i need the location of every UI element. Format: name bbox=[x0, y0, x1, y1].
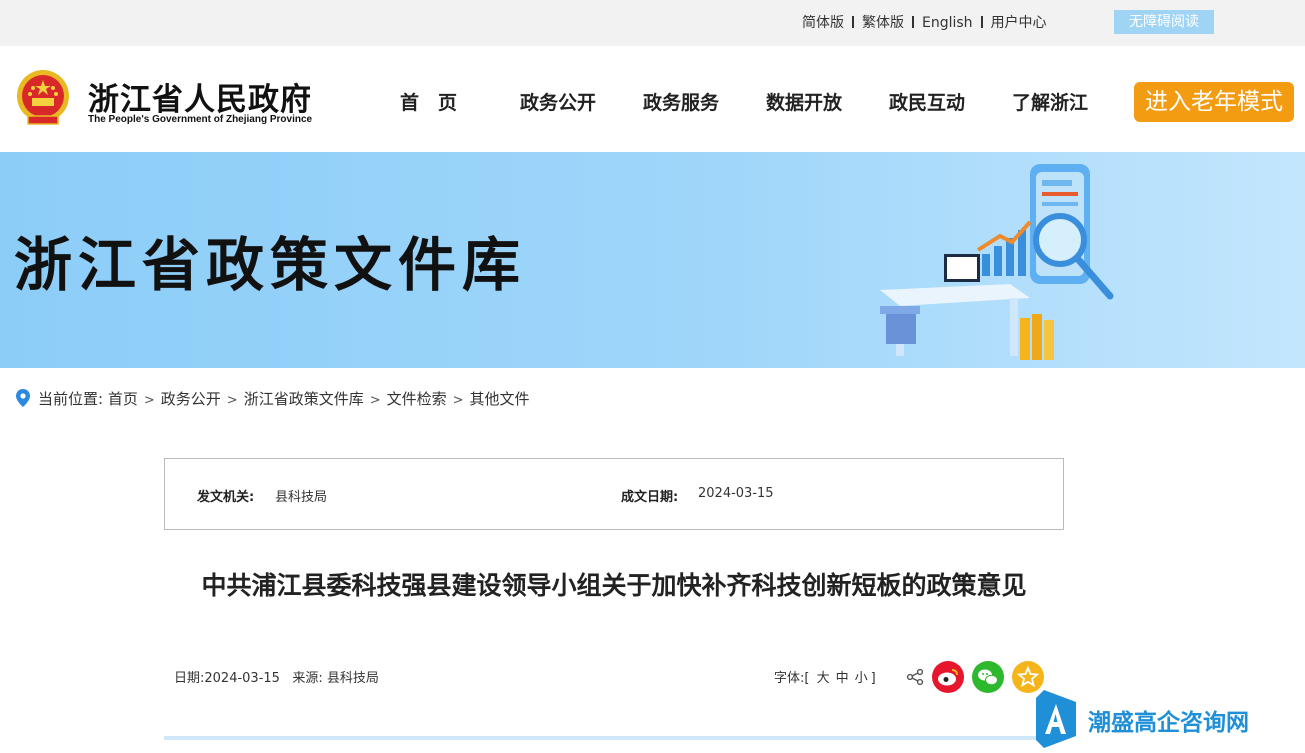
banner-title: 浙江省政策文件库 bbox=[14, 231, 527, 299]
favorite-button[interactable] bbox=[1012, 661, 1044, 693]
breadcrumb-government-affairs[interactable]: 政务公开 bbox=[161, 390, 221, 408]
site-subtitle: The People's Government of Zhejiang Prov… bbox=[88, 114, 313, 125]
content-divider bbox=[164, 736, 1064, 740]
font-size-label: 字体: bbox=[774, 671, 805, 686]
breadcrumb-home[interactable]: 首页 bbox=[108, 390, 138, 408]
font-size-control: 字体:[ 大中小] bbox=[774, 671, 876, 686]
document-info-box: 发文机关: 县科技局 成文日期: 2024-03-15 bbox=[164, 458, 1064, 530]
top-links: 简体版 繁体版 English 用户中心 bbox=[802, 12, 1047, 32]
meta-source-label: 来源: bbox=[292, 671, 323, 686]
article-meta: 日期:2024-03-15 来源: 县科技局 bbox=[174, 667, 379, 686]
divider bbox=[852, 16, 854, 28]
link-user-center[interactable]: 用户中心 bbox=[991, 15, 1047, 31]
font-size-large[interactable]: 大 bbox=[817, 671, 830, 686]
nav-government-services[interactable]: 政务服务 bbox=[643, 88, 719, 115]
breadcrumb-policy-library[interactable]: 浙江省政策文件库 bbox=[244, 390, 364, 408]
breadcrumb-prefix: 当前位置: bbox=[38, 390, 104, 408]
location-pin-icon bbox=[16, 389, 30, 407]
issuer-value: 县科技局 bbox=[275, 490, 328, 505]
national-emblem-icon[interactable] bbox=[14, 68, 72, 128]
date-label: 成文日期: bbox=[621, 490, 679, 505]
nav-public-interaction[interactable]: 政民互动 bbox=[889, 88, 965, 115]
watermark-logo-icon bbox=[1036, 690, 1076, 748]
site-header: 浙江省人民政府 The People's Government of Zheji… bbox=[0, 46, 1305, 152]
chevron-right-icon: > bbox=[369, 393, 381, 408]
breadcrumb-document-search[interactable]: 文件检索 bbox=[387, 390, 447, 408]
breadcrumb: 当前位置: 首页 > 政务公开 > 浙江省政策文件库 > 文件检索 > 其他文件 bbox=[16, 388, 530, 409]
breadcrumb-other-documents[interactable]: 其他文件 bbox=[470, 390, 530, 408]
font-size-medium[interactable]: 中 bbox=[836, 671, 849, 686]
link-simplified[interactable]: 简体版 bbox=[802, 15, 844, 31]
top-utility-bar: 简体版 繁体版 English 用户中心 无障碍阅读 bbox=[0, 0, 1305, 46]
nav-home[interactable]: 首 页 bbox=[400, 88, 457, 115]
link-english[interactable]: English bbox=[922, 15, 973, 31]
weibo-icon bbox=[938, 669, 958, 686]
banner: 浙江省政策文件库 bbox=[0, 152, 1305, 368]
nav-open-data[interactable]: 数据开放 bbox=[766, 88, 842, 115]
nav-about-zhejiang[interactable]: 了解浙江 bbox=[1012, 88, 1088, 115]
document-title: 中共浦江县委科技强县建设领导小组关于加快补齐科技创新短板的政策意见 bbox=[201, 571, 1027, 600]
date-value: 2024-03-15 bbox=[698, 486, 774, 501]
issuer-label: 发文机关: bbox=[197, 490, 255, 505]
elder-mode-button[interactable]: 进入老年模式 bbox=[1134, 82, 1294, 122]
share-icon[interactable] bbox=[906, 668, 924, 686]
link-traditional[interactable]: 繁体版 bbox=[862, 15, 904, 31]
watermark-text: 潮盛高企咨询网 bbox=[1088, 709, 1249, 736]
meta-date-label: 日期: bbox=[174, 671, 205, 686]
font-size-small[interactable]: 小 bbox=[855, 671, 868, 686]
nav-government-affairs[interactable]: 政务公开 bbox=[520, 88, 596, 115]
chevron-right-icon: > bbox=[452, 393, 464, 408]
banner-illustration bbox=[880, 164, 1114, 360]
chevron-right-icon: > bbox=[226, 393, 238, 408]
weibo-share-button[interactable] bbox=[932, 661, 964, 693]
wechat-icon bbox=[978, 669, 998, 686]
meta-source: 县科技局 bbox=[326, 671, 379, 686]
chevron-right-icon: > bbox=[143, 393, 155, 408]
meta-date: 2024-03-15 bbox=[204, 671, 280, 686]
wechat-share-button[interactable] bbox=[972, 661, 1004, 693]
accessibility-button[interactable]: 无障碍阅读 bbox=[1114, 10, 1214, 34]
site-title[interactable]: 浙江省人民政府 bbox=[88, 74, 312, 119]
divider bbox=[980, 16, 983, 28]
favorite-star-icon bbox=[1016, 665, 1040, 688]
divider bbox=[912, 16, 914, 28]
